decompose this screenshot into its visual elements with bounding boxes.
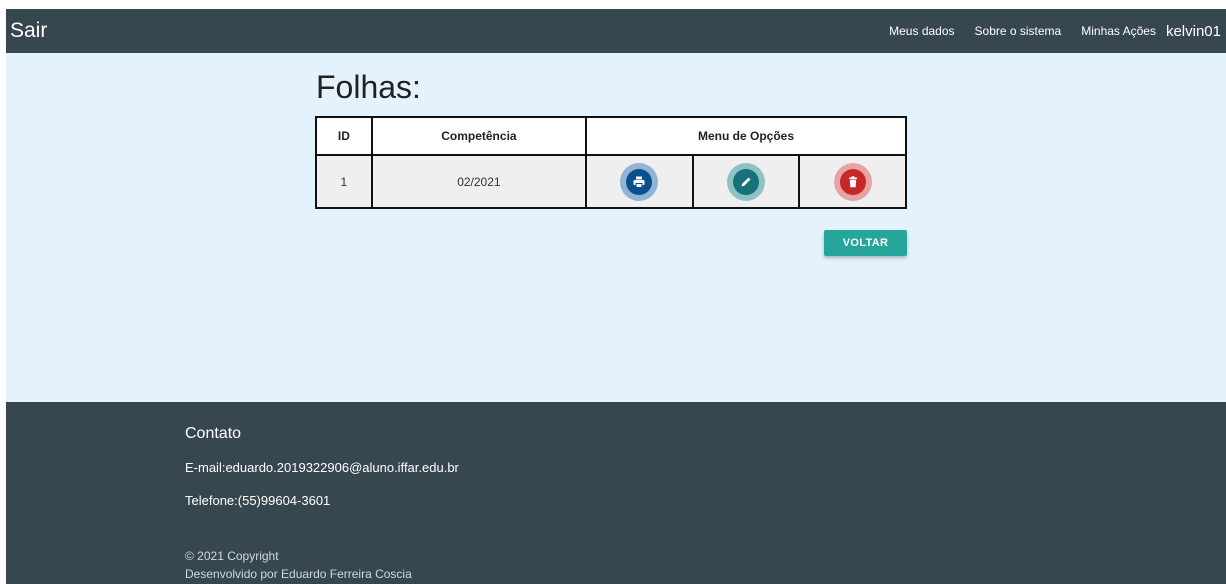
table-header-row: ID Competência Menu de Opções: [315, 116, 907, 156]
header-menu-opcoes: Menu de Opções: [585, 116, 907, 156]
username: kelvin01: [1165, 22, 1221, 40]
cell-edit: [691, 154, 801, 209]
header-id: ID: [315, 116, 373, 156]
nav-link-sobre-o-sistema[interactable]: Sobre o sistema: [975, 24, 1062, 38]
footer-phone: Telefone:(55)99604-3601: [185, 493, 331, 508]
delete-button[interactable]: [833, 162, 872, 201]
sheets-table: ID Competência Menu de Opções 1 02/2021: [315, 116, 907, 209]
delete-icon: [839, 168, 866, 195]
print-icon: [626, 168, 653, 195]
back-button[interactable]: VOLTAR: [824, 230, 907, 256]
cell-delete: [798, 154, 907, 209]
footer-email: E-mail:eduardo.2019322906@aluno.iffar.ed…: [185, 460, 459, 475]
footer-title: Contato: [185, 425, 242, 442]
logout-link[interactable]: Sair: [10, 19, 47, 43]
page: Sair Meus dados Sobre o sistema Minhas A…: [6, 9, 1226, 584]
edit-icon: [732, 168, 759, 195]
cell-competencia: 02/2021: [370, 154, 588, 209]
footer-copyright: © 2021 Copyright: [185, 549, 279, 563]
edit-button[interactable]: [726, 162, 765, 201]
print-button[interactable]: [620, 162, 659, 201]
nav-links: Meus dados Sobre o sistema Minhas Ações …: [869, 9, 1221, 53]
page-title: Folhas:: [316, 69, 421, 105]
footer-developer: Desenvolvido por Eduardo Ferreira Coscia: [185, 567, 412, 581]
cell-print: [585, 154, 694, 209]
cell-id: 1: [315, 154, 373, 209]
nav-link-minhas-acoes[interactable]: Minhas Ações: [1081, 24, 1156, 38]
nav-link-meus-dados[interactable]: Meus dados: [889, 24, 954, 38]
navbar: Sair Meus dados Sobre o sistema Minhas A…: [6, 9, 1226, 53]
footer: Contato E-mail:eduardo.2019322906@aluno.…: [6, 402, 1226, 584]
header-competencia: Competência: [370, 116, 588, 156]
table-row: 1 02/2021: [315, 154, 907, 209]
